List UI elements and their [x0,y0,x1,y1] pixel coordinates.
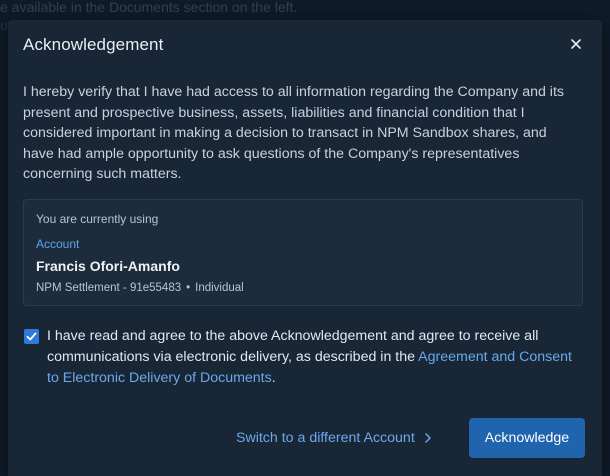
dialog-title: Acknowledgement [23,35,164,54]
chevron-right-icon [425,433,431,443]
account-details: NPM Settlement - 91e55483 • Individual [36,282,244,294]
current-account-card: You are currently using Account Francis … [23,199,583,306]
acknowledgement-text: I hereby verify that I have had access t… [23,84,564,182]
switch-account-link[interactable]: Switch to a different Account [236,430,431,446]
acknowledge-button[interactable]: Acknowledge [469,418,585,458]
consent-text-after: . [271,370,276,386]
account-holder-name: Francis Ofori-Amanfo [36,258,180,274]
account-type: Individual [195,282,244,294]
consent-checkbox[interactable] [24,329,39,344]
switch-account-label: Switch to a different Account [236,430,415,446]
account-number: NPM Settlement - 91e55483 [36,282,182,294]
currently-using-label: You are currently using [36,212,159,226]
background-line-1: e available in the Documents section on … [0,0,298,15]
acknowledgement-dialog: Acknowledgement I hereby verify that I h… [8,20,602,476]
details-separator: • [186,282,191,294]
close-icon [571,39,581,49]
checkmark-icon [26,332,37,341]
account-label: Account [36,237,80,251]
close-button[interactable] [566,34,586,54]
consent-label: I have read and agree to the above Ackno… [47,326,587,389]
